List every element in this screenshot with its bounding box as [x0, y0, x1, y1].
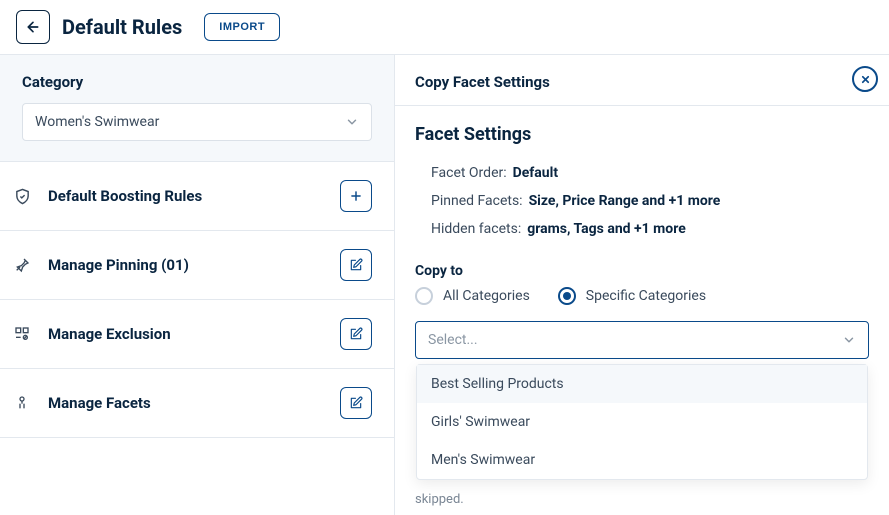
facets-icon	[10, 391, 34, 415]
section-label: Manage Pinning (01)	[48, 256, 326, 274]
section-facets[interactable]: Manage Facets	[0, 369, 394, 438]
skipped-text: skipped.	[415, 492, 464, 507]
category-multiselect[interactable]: Select... Best Selling Products Girls' S…	[415, 321, 869, 359]
edit-button[interactable]	[340, 387, 372, 419]
category-value: Women's Swimwear	[35, 114, 159, 130]
radio-icon	[415, 287, 433, 305]
edit-icon	[349, 396, 363, 410]
category-select[interactable]: Women's Swimwear	[22, 103, 372, 141]
edit-button[interactable]	[340, 249, 372, 281]
radio-all-categories[interactable]: All Categories	[415, 287, 530, 305]
facet-settings-heading: Facet Settings	[415, 124, 869, 145]
pinned-facets-value: Size, Price Range and +1 more	[529, 193, 721, 209]
section-label: Manage Facets	[48, 394, 326, 412]
radio-label: All Categories	[443, 288, 530, 304]
section-pinning[interactable]: Manage Pinning (01)	[0, 231, 394, 300]
close-icon	[860, 74, 871, 85]
exclusion-icon	[10, 322, 34, 346]
dropdown-option[interactable]: Best Selling Products	[417, 365, 867, 403]
radio-specific-categories[interactable]: Specific Categories	[558, 287, 706, 305]
category-label: Category	[22, 73, 372, 91]
section-label: Manage Exclusion	[48, 325, 326, 343]
add-button[interactable]	[340, 180, 372, 212]
chevron-down-icon	[345, 115, 359, 129]
select-placeholder: Select...	[428, 332, 478, 348]
section-boosting[interactable]: Default Boosting Rules	[0, 162, 394, 231]
copy-to-label: Copy to	[415, 263, 869, 279]
chevron-down-icon	[842, 333, 856, 347]
facet-order-key: Facet Order:	[431, 165, 507, 181]
arrow-left-icon	[25, 19, 41, 35]
import-button[interactable]: IMPORT	[204, 13, 280, 41]
dropdown-option[interactable]: Girls' Swimwear	[417, 403, 867, 441]
facet-order-value: Default	[513, 165, 558, 181]
dropdown-option[interactable]: Men's Swimwear	[417, 441, 867, 479]
plus-icon	[349, 189, 363, 203]
section-exclusion[interactable]: Manage Exclusion	[0, 300, 394, 369]
panel-title: Copy Facet Settings	[415, 73, 550, 91]
category-dropdown: Best Selling Products Girls' Swimwear Me…	[416, 364, 868, 480]
back-button[interactable]	[16, 10, 50, 44]
radio-icon	[558, 287, 576, 305]
pinned-facets-key: Pinned Facets:	[431, 193, 523, 209]
edit-button[interactable]	[340, 318, 372, 350]
edit-icon	[349, 258, 363, 272]
shield-icon	[10, 184, 34, 208]
hidden-facets-key: Hidden facets:	[431, 221, 521, 237]
hidden-facets-value: grams, Tags and +1 more	[527, 221, 686, 237]
edit-icon	[349, 327, 363, 341]
radio-label: Specific Categories	[586, 288, 706, 304]
section-label: Default Boosting Rules	[48, 187, 326, 205]
pin-icon	[10, 253, 34, 277]
close-button[interactable]	[852, 66, 878, 92]
page-title: Default Rules	[62, 15, 182, 39]
